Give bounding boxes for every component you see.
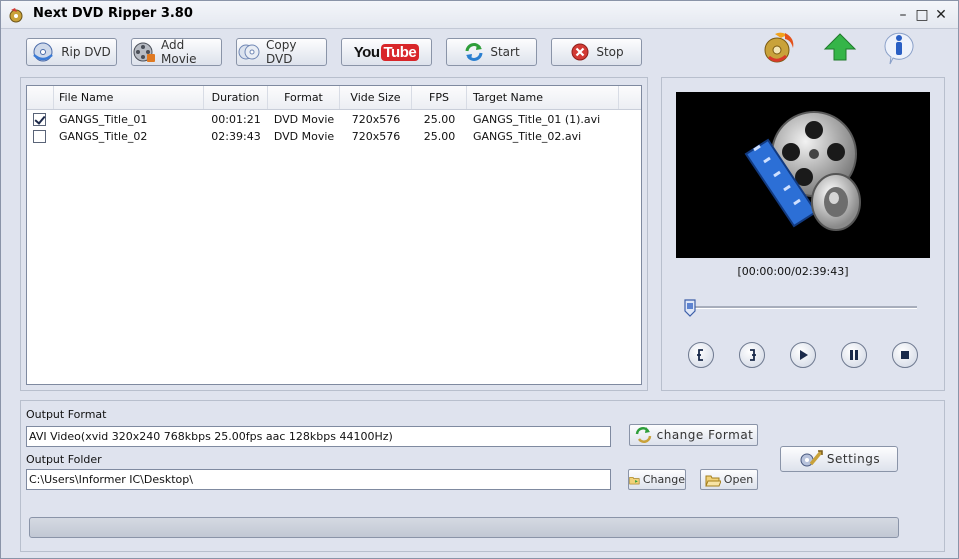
fps: 25.00 xyxy=(423,113,456,126)
format: DVD Movie xyxy=(273,113,335,126)
settings-button[interactable]: Settings xyxy=(780,446,898,472)
stop-icon xyxy=(571,43,589,61)
pause-icon xyxy=(850,350,858,360)
seek-slider-thumb[interactable] xyxy=(684,299,696,317)
target-name: GANGS_Title_02.avi xyxy=(473,130,582,143)
file-name: GANGS_Title_02 xyxy=(59,130,148,143)
header-fps[interactable]: FPS xyxy=(412,86,467,109)
output-format-field[interactable]: AVI Video(xvid 320x240 768kbps 25.00fps … xyxy=(26,426,611,447)
rip-dvd-label: Rip DVD xyxy=(61,45,111,59)
add-movie-label: Add Movie xyxy=(161,38,197,66)
output-folder-field[interactable]: C:\Users\Informer IC\Desktop\ xyxy=(26,469,611,490)
settings-tools-icon xyxy=(800,450,823,467)
change-format-button[interactable]: change Format xyxy=(629,424,758,446)
conversion-progress-bar xyxy=(29,517,899,538)
fps: 25.00 xyxy=(423,130,456,143)
settings-label: Settings xyxy=(826,452,881,466)
video-size: 720x576 xyxy=(351,113,401,126)
pause-button[interactable] xyxy=(841,342,867,368)
youtube-logo: You Tube xyxy=(354,43,420,61)
mark-in-icon xyxy=(697,349,703,361)
change-format-icon xyxy=(635,427,651,443)
copy-dvd-label: Copy DVD xyxy=(266,38,297,66)
format: DVD Movie xyxy=(273,130,335,143)
youtube-button[interactable]: You Tube xyxy=(341,38,432,66)
change-folder-label: Change xyxy=(642,473,685,486)
file-list[interactable]: File Name Duration Format Vide Size FPS … xyxy=(26,85,642,385)
mark-out-button[interactable] xyxy=(739,342,765,368)
play-icon xyxy=(800,350,808,360)
info-icon[interactable] xyxy=(881,30,917,66)
film-reel-icon xyxy=(133,42,155,62)
app-window: Next DVD Ripper 3.80 – □ ✕ Rip DVD Add M… xyxy=(0,0,959,559)
refresh-start-icon xyxy=(465,43,483,61)
stop-playback-button[interactable] xyxy=(892,342,918,368)
stop-label: Stop xyxy=(596,45,624,59)
header-video-size[interactable]: Vide Size xyxy=(340,86,412,109)
mark-out-icon xyxy=(750,349,756,361)
folder-open-icon xyxy=(705,475,721,486)
header-format[interactable]: Format xyxy=(268,86,340,109)
duration: 00:01:21 xyxy=(211,113,261,126)
minimize-button[interactable]: – xyxy=(894,6,912,24)
rip-dvd-icon xyxy=(33,42,54,62)
row-checkbox[interactable] xyxy=(33,113,46,126)
start-button[interactable]: Start xyxy=(446,38,537,66)
window-title: Next DVD Ripper 3.80 xyxy=(33,6,193,21)
movie-reel-icon xyxy=(744,111,861,231)
header-target-name[interactable]: Target Name xyxy=(467,86,619,109)
copy-dvd-icon xyxy=(238,44,260,60)
header-duration[interactable]: Duration xyxy=(204,86,268,109)
app-icon xyxy=(9,8,23,23)
update-arrow-icon[interactable] xyxy=(822,30,858,66)
title-bar: Next DVD Ripper 3.80 – □ ✕ xyxy=(1,1,958,29)
video-preview xyxy=(676,92,930,258)
rip-dvd-button[interactable]: Rip DVD xyxy=(26,38,117,66)
timecode-display: [00:00:00/02:39:43] xyxy=(737,265,849,278)
target-name: GANGS_Title_01 (1).avi xyxy=(473,113,601,126)
output-folder-label: Output Folder xyxy=(26,453,102,466)
header-check-column xyxy=(27,86,54,109)
play-button[interactable] xyxy=(790,342,816,368)
close-button[interactable]: ✕ xyxy=(932,6,950,24)
copy-dvd-button[interactable]: Copy DVD xyxy=(236,38,327,66)
file-row[interactable]: GANGS_Title_01 00:01:21 DVD Movie 720x57… xyxy=(27,111,641,128)
file-name: GANGS_Title_01 xyxy=(59,113,148,126)
burn-disc-icon[interactable] xyxy=(761,30,797,66)
change-format-label: change Format xyxy=(656,428,754,442)
mark-in-button[interactable] xyxy=(688,342,714,368)
change-folder-button[interactable]: Change xyxy=(628,469,686,490)
file-row[interactable]: GANGS_Title_02 02:39:43 DVD Movie 720x57… xyxy=(27,128,641,145)
start-label: Start xyxy=(490,45,520,59)
duration: 02:39:43 xyxy=(211,130,261,143)
video-size: 720x576 xyxy=(351,130,401,143)
open-folder-button[interactable]: Open xyxy=(700,469,758,490)
row-checkbox[interactable] xyxy=(33,130,46,143)
stop-playback-icon xyxy=(901,351,909,359)
add-movie-button[interactable]: Add Movie xyxy=(131,38,222,66)
folder-change-icon xyxy=(629,476,640,484)
output-format-label: Output Format xyxy=(26,408,107,421)
stop-button[interactable]: Stop xyxy=(551,38,642,66)
open-folder-label: Open xyxy=(723,473,754,486)
header-file-name[interactable]: File Name xyxy=(54,86,204,109)
maximize-button[interactable]: □ xyxy=(913,6,931,24)
seek-slider-track[interactable] xyxy=(685,306,917,309)
file-list-header: File Name Duration Format Vide Size FPS … xyxy=(27,86,641,110)
